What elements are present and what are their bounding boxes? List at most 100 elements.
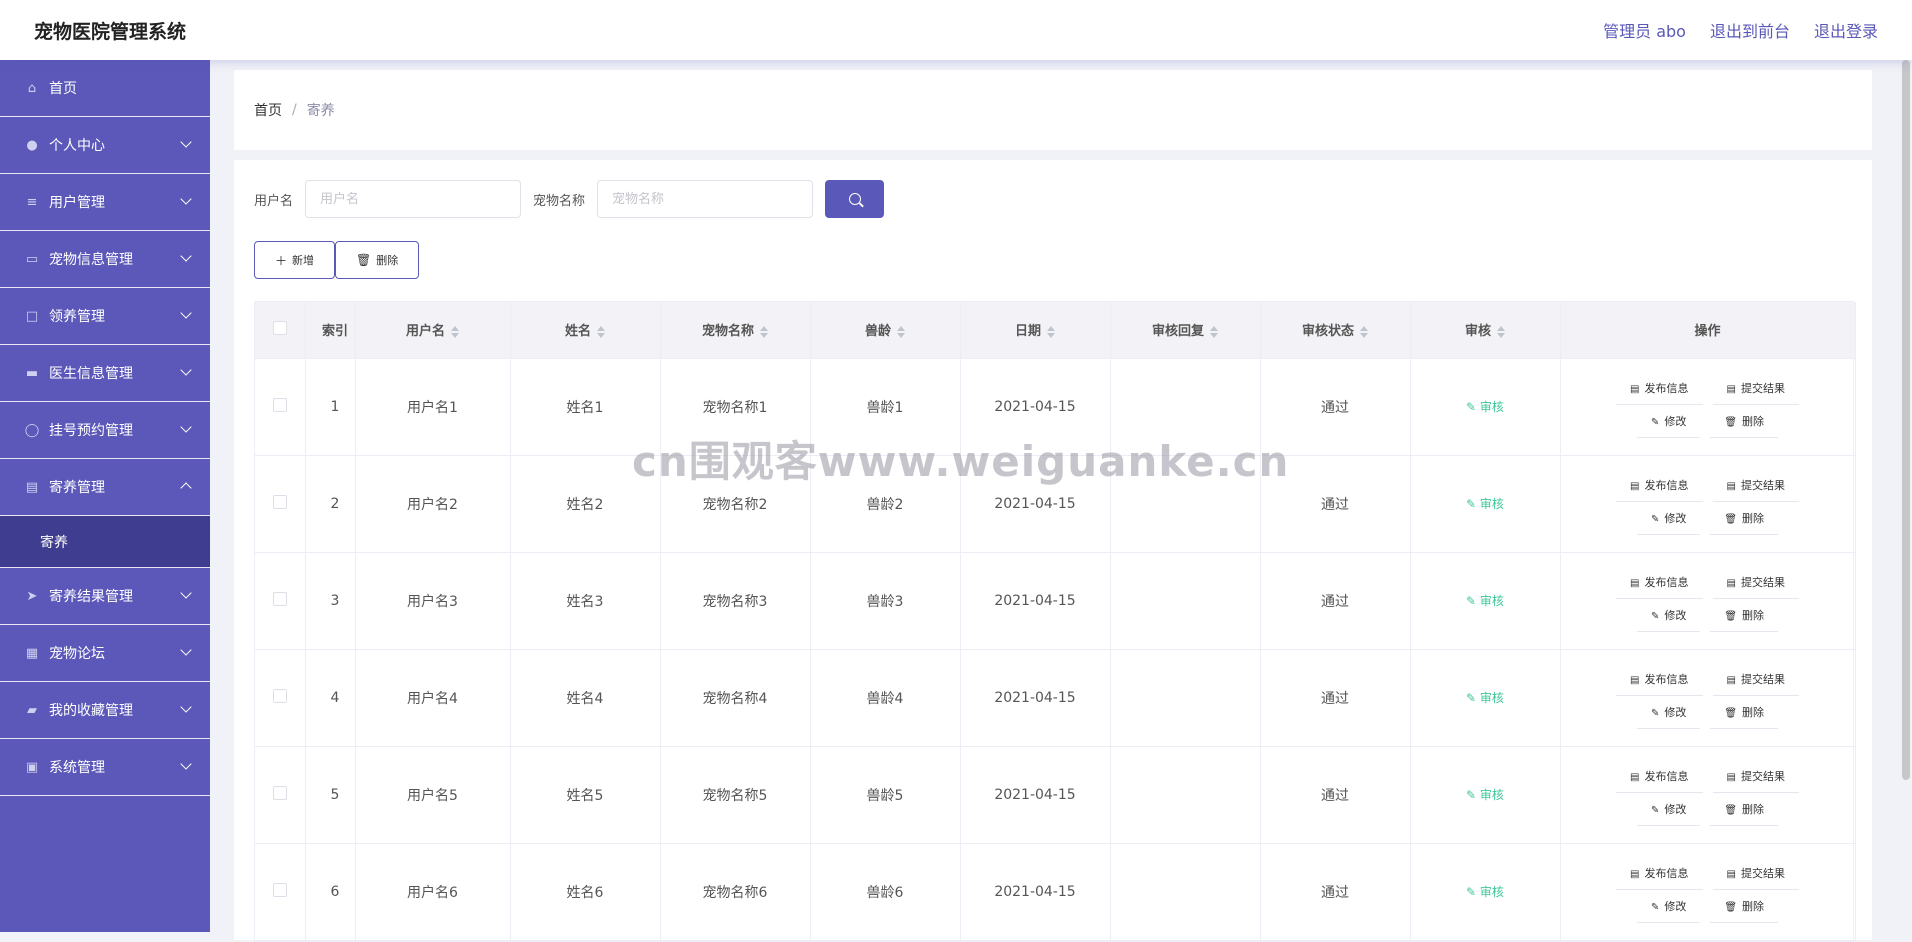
cell-age: 兽龄5 [810,746,961,844]
publish-info-button[interactable]: ▤ 发布信息 [1616,667,1703,696]
audit-link[interactable]: ✎ 审核 [1466,497,1504,511]
edit-button[interactable]: ✎ 修改 [1636,409,1701,438]
publish-info-button[interactable]: ▤ 发布信息 [1616,861,1703,890]
col-audit[interactable]: 审核 [1410,302,1561,359]
cell-index: 1 [305,358,356,456]
publish-info-button[interactable]: ▤ 发布信息 [1616,376,1703,405]
sidebar-item-0[interactable]: ⌂ 首页 [0,60,210,117]
audit-link[interactable]: ✎ 审核 [1466,594,1504,608]
row-checkbox[interactable] [272,591,287,606]
col-status[interactable]: 审核状态 [1260,302,1411,359]
search-button[interactable] [825,180,885,218]
publish-info-label: 发布信息 [1644,575,1689,589]
row-delete-button[interactable]: 🗑 删除 [1710,700,1779,729]
edit-button[interactable]: ✎ 修改 [1636,603,1701,632]
sidebar-item-3[interactable]: ▭ 宠物信息管理 [0,231,210,288]
username-input[interactable] [305,180,522,218]
publish-info-button[interactable]: ▤ 发布信息 [1616,473,1703,502]
sidebar-item-10[interactable]: ▰ 我的收藏管理 [0,682,210,739]
audit-link-label: 审核 [1479,594,1504,608]
cell-index: 4 [305,649,356,747]
sidebar-item-6[interactable]: ◯ 挂号预约管理 [0,402,210,459]
logout-link[interactable]: 退出登录 [1814,18,1878,42]
sidebar-item-8[interactable]: ➤ 寄养结果管理 [0,568,210,625]
col-petname[interactable]: 宠物名称 [660,302,811,359]
row-checkbox[interactable] [272,494,287,509]
delete-button[interactable]: 🗑 删除 [335,241,420,279]
edit-button[interactable]: ✎ 修改 [1636,797,1701,826]
submit-result-button[interactable]: ▤ 提交结果 [1712,667,1799,696]
audit-link[interactable]: ✎ 审核 [1466,788,1504,802]
row-checkbox[interactable] [272,785,287,800]
submenu-item-active[interactable]: 寄养 [0,516,210,568]
sidebar-item-7[interactable]: ▤ 寄养管理 [0,459,210,516]
select-all-checkbox[interactable] [272,320,287,335]
row-checkbox[interactable] [272,882,287,897]
row-delete-button[interactable]: 🗑 删除 [1710,603,1779,632]
petname-input[interactable] [597,180,814,218]
cell-age: 兽龄3 [810,552,961,650]
sort-icon[interactable] [597,325,605,338]
sidebar-item-5[interactable]: ▬ 医生信息管理 [0,345,210,402]
audit-link[interactable]: ✎ 审核 [1466,400,1504,414]
sidebar-item-1[interactable]: ● 个人中心 [0,117,210,174]
add-label: 新增 [292,254,315,267]
submit-result-button[interactable]: ▤ 提交结果 [1712,570,1799,599]
exit-to-front-link[interactable]: 退出到前台 [1710,18,1790,42]
sidebar-item-label: 医生信息管理 [49,366,133,382]
sort-icon[interactable] [1497,325,1505,338]
sort-icon[interactable] [1210,325,1218,338]
col-name[interactable]: 姓名 [510,302,661,359]
publish-info-button[interactable]: ▤ 发布信息 [1616,570,1703,599]
cell-name: 姓名5 [510,746,661,844]
sort-icon[interactable] [1360,325,1368,338]
cell-age: 兽龄1 [810,358,961,456]
audit-link[interactable]: ✎ 审核 [1466,885,1504,899]
col-reply[interactable]: 审核回复 [1110,302,1261,359]
sidebar-item-4[interactable]: □ 领养管理 [0,288,210,345]
vertical-scrollbar[interactable] [1902,60,1910,780]
breadcrumb-home[interactable]: 首页 [254,100,282,120]
row-delete-button[interactable]: 🗑 删除 [1710,894,1779,923]
submit-result-button[interactable]: ▤ 提交结果 [1712,764,1799,793]
sort-icon[interactable] [760,325,768,338]
table-header-row: 索引 用户名 姓名 宠物名称 兽龄 日期 审核回复 审核状态 审核 操作 [255,302,1856,359]
sidebar-item-11[interactable]: ▣ 系统管理 [0,739,210,796]
col-date[interactable]: 日期 [960,302,1111,359]
sidebar-item-2[interactable]: ≡ 用户管理 [0,174,210,231]
row-delete-button[interactable]: 🗑 删除 [1710,506,1779,535]
cell-name: 姓名1 [510,358,661,456]
app-title: 宠物医院管理系统 [34,20,187,43]
submit-result-button[interactable]: ▤ 提交结果 [1712,861,1799,890]
table-row: 6 用户名6 姓名6 宠物名称6 兽龄6 2021-04-15 通过 ✎ 审核 ▤ 发布信息 ▤ 提交… [255,843,1856,941]
sort-icon[interactable] [1047,325,1055,338]
submit-result-button[interactable]: ▤ 提交结果 [1712,473,1799,502]
sort-icon[interactable] [451,325,459,338]
trash-icon: 🗑 [1724,416,1738,428]
row-delete-button[interactable]: 🗑 删除 [1710,797,1779,826]
row-checkbox[interactable] [272,397,287,412]
edit-button[interactable]: ✎ 修改 [1636,506,1701,535]
row-delete-button[interactable]: 🗑 删除 [1710,409,1779,438]
edit-button[interactable]: ✎ 修改 [1636,700,1701,729]
add-button[interactable]: ＋ 新增 [254,241,336,279]
main-area: 首页 / 寄养 用户名 宠物名称 ＋ 新增 🗑 删除 [210,60,1900,942]
col-username[interactable]: 用户名 [355,302,511,359]
document-icon: ▤ [1630,771,1640,783]
row-delete-label: 删除 [1742,608,1765,622]
publish-info-button[interactable]: ▤ 发布信息 [1616,764,1703,793]
row-delete-label: 删除 [1742,802,1765,816]
table-row: 1 用户名1 姓名1 宠物名称1 兽龄1 2021-04-15 通过 ✎ 审核 ▤ 发布信息 ▤ 提交… [255,358,1856,456]
col-age[interactable]: 兽龄 [810,302,961,359]
audit-link[interactable]: ✎ 审核 [1466,691,1504,705]
row-checkbox[interactable] [272,688,287,703]
submit-result-button[interactable]: ▤ 提交结果 [1712,376,1799,405]
cell-petname: 宠物名称3 [660,552,811,650]
cell-reply [1110,552,1261,650]
sort-icon[interactable] [897,325,905,338]
cell-date: 2021-04-15 [960,746,1111,844]
edit-button[interactable]: ✎ 修改 [1636,894,1701,923]
admin-label[interactable]: 管理员 abo [1603,18,1686,42]
cell-username: 用户名2 [355,455,511,553]
sidebar-item-9[interactable]: ▦ 宠物论坛 [0,625,210,682]
